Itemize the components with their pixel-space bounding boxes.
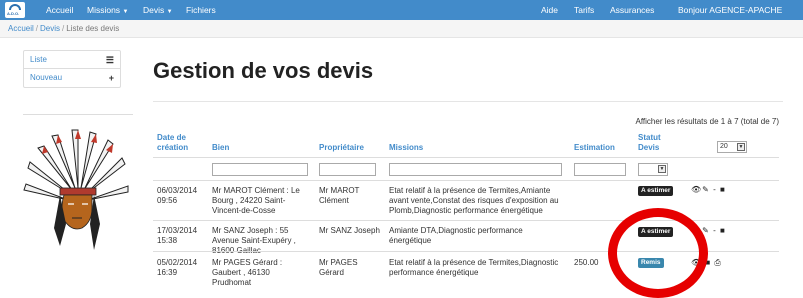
cell-date: 17/03/2014 15:38	[157, 226, 198, 245]
header-divider	[153, 157, 779, 158]
cell-proprietaire: Mr PAGES Gérard	[319, 258, 358, 277]
cell-proprietaire: Mr MAROT Clément	[319, 186, 360, 205]
breadcrumb-accueil[interactable]: Accueil	[8, 24, 34, 33]
sidebar-item-nouveau[interactable]: Nouveau +	[24, 69, 120, 87]
cell-estimation: 250.00	[574, 258, 599, 267]
status-badge: A estimer	[638, 186, 674, 196]
page-title: Gestion de vos devis	[153, 58, 374, 83]
col-header-proprietaire[interactable]: Propriétaire	[319, 143, 364, 153]
top-navbar: A.D.O. Accueil Missions ▼ Devis ▼ Fichie…	[0, 0, 803, 20]
row-divider	[153, 180, 779, 181]
title-divider	[153, 101, 783, 102]
nav-missions[interactable]: Missions ▼	[87, 5, 128, 15]
cell-bien: Mr PAGES Gérard : Gaubert , 46130 Prudhoma…	[212, 258, 283, 287]
page-size-select[interactable]: 20 ▼	[717, 141, 747, 153]
results-summary: Afficher les résultats de 1 à 7 (total d…	[635, 117, 779, 126]
sidebar-menu: Liste ☰ Nouveau +	[23, 50, 121, 88]
cell-date: 06/03/2014 09:56	[157, 186, 198, 205]
col-header-date[interactable]: Date de création	[157, 133, 188, 153]
breadcrumb-current: Liste des devis	[66, 24, 120, 33]
cell-missions: Etat relatif à la présence de Termites,A…	[389, 186, 559, 215]
filter-estimation-input[interactable]	[574, 163, 626, 176]
filter-statut-select[interactable]: ▼	[638, 163, 668, 176]
caret-down-icon: ▼	[122, 9, 129, 15]
filter-bien-input[interactable]	[212, 163, 308, 176]
nav-fichiers[interactable]: Fichiers	[186, 5, 216, 15]
nav-assurances[interactable]: Assurances	[610, 5, 654, 15]
nav-accueil[interactable]: Accueil	[46, 5, 73, 15]
nav-tarifs[interactable]: Tarifs	[574, 5, 594, 15]
caret-down-icon: ▼	[166, 9, 173, 15]
cell-missions: Amiante DTA,Diagnostic performance énergé…	[389, 226, 523, 245]
col-header-estimation[interactable]: Estimation	[574, 143, 615, 153]
cell-date: 05/02/2014 16:39	[157, 258, 198, 277]
nav-aide[interactable]: Aide	[541, 5, 558, 15]
highlight-circle-annotation	[608, 208, 708, 298]
chevron-down-icon: ▼	[658, 165, 666, 173]
plus-icon: +	[108, 73, 114, 83]
col-header-statut[interactable]: Statut Devis	[638, 133, 661, 153]
user-menu[interactable]: Bonjour AGENCE-APACHE	[678, 5, 782, 15]
sidebar-item-liste[interactable]: Liste ☰	[24, 51, 120, 69]
breadcrumb: Accueil / Devis / Liste des devis	[0, 20, 803, 38]
list-icon: ☰	[105, 55, 114, 65]
brand-logo[interactable]: A.D.O.	[5, 2, 25, 18]
nav-devis[interactable]: Devis ▼	[143, 5, 173, 15]
cell-bien: Mr MAROT Clément : Le Bourg , 24220 Saint…	[212, 186, 300, 215]
row-actions[interactable]: 👁✎ - ■	[691, 185, 726, 194]
chevron-down-icon: ▼	[737, 143, 745, 151]
breadcrumb-devis[interactable]: Devis	[40, 24, 60, 33]
filter-proprietaire-input[interactable]	[319, 163, 376, 176]
col-header-missions[interactable]: Missions	[389, 143, 423, 153]
cell-missions: Etat relatif à la présence de Termites,D…	[389, 258, 559, 277]
cell-proprietaire: Mr SANZ Joseph	[319, 226, 380, 235]
sidebar-divider	[23, 114, 133, 115]
filter-missions-input[interactable]	[389, 163, 562, 176]
col-header-bien[interactable]: Bien	[212, 143, 229, 153]
native-chief-mascot-image	[23, 129, 129, 250]
